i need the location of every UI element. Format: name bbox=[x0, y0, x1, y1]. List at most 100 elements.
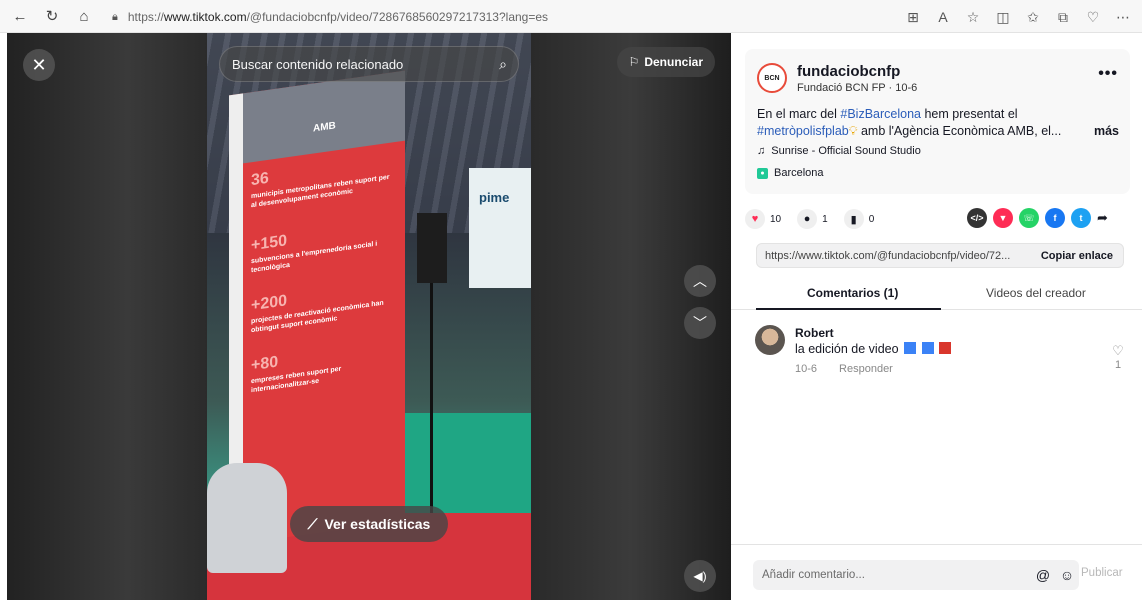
banner-number: 36 bbox=[251, 169, 269, 190]
heart-icon: ♥ bbox=[745, 209, 765, 229]
whatsapp-icon[interactable]: ☏ bbox=[1019, 208, 1039, 228]
chevron-down-icon: ﹀ bbox=[693, 315, 707, 331]
next-video-button[interactable]: ﹀ bbox=[684, 307, 716, 339]
send-icon[interactable]: ▼ bbox=[993, 208, 1013, 228]
read-aloud-icon[interactable]: A bbox=[930, 5, 956, 29]
blur-background-left bbox=[7, 33, 207, 600]
reply-button[interactable]: Responder bbox=[839, 363, 893, 375]
search-placeholder: Buscar contenido relacionado bbox=[232, 56, 404, 72]
volume-button[interactable]: ◀) bbox=[684, 560, 716, 592]
copy-link-row: https://www.tiktok.com/@fundaciobcnfp/vi… bbox=[756, 243, 1124, 268]
tab-creator-videos[interactable]: Videos del creador bbox=[986, 286, 1086, 300]
details-panel: BCN fundaciobcnfp Fundació BCN FP · 10-6… bbox=[731, 33, 1142, 600]
comment-like-button[interactable]: ♡ 1 bbox=[1111, 343, 1125, 371]
home-icon[interactable]: ⌂ bbox=[72, 4, 96, 28]
stats-label: Ver estadísticas bbox=[324, 516, 431, 532]
booth-sign-text: pime bbox=[479, 190, 510, 205]
creator-avatar[interactable]: BCN bbox=[757, 63, 787, 93]
comment-like-count: 1 bbox=[1114, 359, 1122, 371]
address-bar[interactable]: 🔒︎ https://www.tiktok.com/@fundaciobcnfp… bbox=[112, 6, 548, 28]
comment-bubble-icon: ● bbox=[797, 209, 818, 229]
chevron-up-icon: ︿ bbox=[693, 273, 707, 289]
music-note-icon: ♫ bbox=[757, 145, 766, 157]
report-label: Denunciar bbox=[644, 55, 703, 69]
like-count: 10 bbox=[770, 213, 782, 225]
hashtag-link[interactable]: #metròpolisfplab bbox=[757, 124, 849, 138]
comment-date: 10-6 bbox=[795, 363, 818, 375]
creator-username[interactable]: fundaciobcnfp bbox=[797, 63, 900, 80]
banner-number: +200 bbox=[251, 292, 288, 315]
banner-number: +80 bbox=[251, 353, 279, 375]
comment-placeholder: Añadir comentario... bbox=[762, 569, 865, 581]
see-more-link[interactable]: más bbox=[1094, 123, 1119, 140]
mention-icon[interactable]: @ bbox=[1031, 567, 1055, 583]
heart-outline-icon: ♡ bbox=[1112, 343, 1124, 358]
video-link: https://www.tiktok.com/@fundaciobcnfp/vi… bbox=[765, 249, 1011, 262]
collections-icon[interactable]: ⧉ bbox=[1050, 5, 1076, 29]
search-icon[interactable]: ⌕ bbox=[488, 56, 518, 73]
down-arrow-emoji-icon bbox=[921, 342, 934, 354]
speaker-icon: ◀) bbox=[693, 569, 707, 583]
video-speaker bbox=[417, 213, 447, 283]
location-link[interactable]: ● Barcelona bbox=[757, 167, 824, 179]
related-search-input[interactable]: Buscar contenido relacionado ⌕ bbox=[219, 46, 519, 82]
save-count: 0 bbox=[868, 213, 875, 225]
more-menu-icon[interactable]: ⋯ bbox=[1110, 5, 1136, 29]
emoji-icon[interactable]: ☺ bbox=[1055, 567, 1079, 583]
comment-item: Robert la edición de video 10-6 Responde… bbox=[755, 325, 1125, 385]
comment-text: la edición de video bbox=[795, 342, 899, 356]
copy-link-button[interactable]: Copiar enlace bbox=[1031, 250, 1123, 262]
more-options-icon[interactable]: ••• bbox=[1098, 65, 1118, 83]
url-prefix: https:// bbox=[127, 10, 164, 24]
twitter-icon[interactable]: t bbox=[1071, 208, 1091, 228]
hashtag-link[interactable]: #BizBarcelona bbox=[840, 107, 921, 121]
explosion-emoji-icon bbox=[939, 342, 951, 354]
banner-number: +150 bbox=[251, 232, 288, 255]
embed-icon[interactable]: </> bbox=[967, 208, 987, 228]
publish-button[interactable]: Publicar bbox=[1081, 567, 1123, 579]
post-description: En el marc del #BizBarcelona hem present… bbox=[757, 106, 1119, 140]
video-player[interactable]: pime AMB 36 municipis metropolitans rebe… bbox=[7, 33, 731, 600]
comment-input-bar: Añadir comentario... @ ☺ Publicar bbox=[731, 544, 1142, 600]
favorite-star-icon[interactable]: ☆ bbox=[960, 5, 986, 29]
banner-text: municipis metropolitans reben suport per… bbox=[251, 173, 390, 210]
commenter-avatar[interactable] bbox=[755, 325, 785, 355]
comment-count: 1 bbox=[822, 213, 828, 225]
desc-text: En el marc del bbox=[757, 107, 841, 121]
music-link[interactable]: ♫ Sunrise - Official Sound Studio bbox=[757, 145, 921, 157]
facebook-icon[interactable]: f bbox=[1045, 208, 1065, 228]
url-path: /@fundaciobcnfp/video/728676856029721731… bbox=[246, 10, 549, 24]
apps-icon[interactable]: ⊞ bbox=[900, 5, 926, 29]
close-button[interactable]: ✕ bbox=[23, 49, 55, 81]
report-button[interactable]: ⚐ Denunciar bbox=[616, 47, 715, 77]
video-tripod bbox=[430, 283, 433, 513]
video-booth-sign: pime bbox=[469, 168, 531, 288]
comment-input[interactable]: Añadir comentario... @ ☺ bbox=[753, 560, 1079, 590]
active-tab-indicator bbox=[756, 308, 941, 310]
browser-toolbar: ← ↻ ⌂ 🔒︎ https://www.tiktok.com/@fundaci… bbox=[0, 0, 1142, 33]
refresh-icon[interactable]: ↻ bbox=[40, 4, 64, 28]
view-stats-button[interactable]: ⟋ Ver estadísticas bbox=[290, 506, 448, 542]
like-button[interactable]: ♥ 10 bbox=[745, 209, 781, 229]
comment-button[interactable]: ● 1 bbox=[797, 209, 828, 229]
back-icon[interactable]: ← bbox=[8, 4, 32, 28]
chart-icon: ⟋ bbox=[307, 515, 318, 532]
share-arrow-icon[interactable]: ➦ bbox=[1097, 210, 1108, 226]
previous-video-button[interactable]: ︿ bbox=[684, 265, 716, 297]
post-info-card: BCN fundaciobcnfp Fundació BCN FP · 10-6… bbox=[745, 49, 1130, 194]
location-name: Barcelona bbox=[774, 167, 824, 179]
commenter-name[interactable]: Robert bbox=[795, 326, 834, 340]
down-arrow-emoji-icon bbox=[904, 342, 917, 354]
engagement-actions: ♥ 10 ● 1 ▮ 0 bbox=[745, 209, 874, 229]
video-chair bbox=[207, 463, 287, 573]
desc-text: amb l'Agència Econòmica AMB, el... bbox=[857, 124, 1062, 138]
banner-head-text: AMB bbox=[313, 120, 336, 135]
split-screen-icon[interactable]: ◫ bbox=[990, 5, 1016, 29]
extension-icon[interactable]: ♡ bbox=[1080, 5, 1106, 29]
share-buttons: </> ▼ ☏ f t ➦ bbox=[967, 208, 1108, 228]
save-button[interactable]: ▮ 0 bbox=[843, 209, 875, 229]
panel-tabs: Comentarios (1) Videos del creador bbox=[731, 278, 1142, 310]
tab-comments[interactable]: Comentarios (1) bbox=[807, 286, 898, 300]
favorites-icon[interactable]: ✩ bbox=[1020, 5, 1046, 29]
flag-icon: ⚐ bbox=[628, 55, 640, 69]
